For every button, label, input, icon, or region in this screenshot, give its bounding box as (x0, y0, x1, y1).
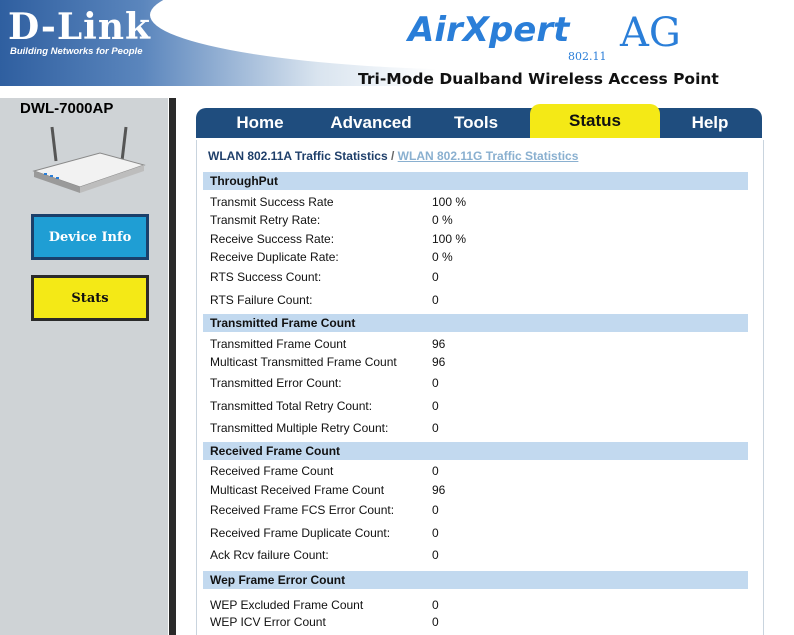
row-value: 0 (432, 376, 439, 390)
row-value: 0 (432, 293, 439, 307)
product-tagline: Tri-Mode Dualband Wireless Access Point (358, 70, 719, 88)
logo-tagline: Building Networks for People (10, 46, 143, 57)
tab-home[interactable]: Home (214, 108, 306, 138)
row-value: 0 (432, 548, 439, 562)
row-value: 96 (432, 355, 446, 369)
section-received-frame-count: Received Frame Count (203, 442, 748, 460)
row-value: 0 (432, 503, 439, 517)
row-label: Transmit Success Rate (210, 195, 334, 209)
dlink-logo: D-Link (8, 6, 151, 48)
row-value: 96 (432, 483, 446, 497)
row-value: 0 (432, 270, 439, 284)
router-image (32, 126, 146, 193)
tab-help[interactable]: Help (670, 108, 750, 138)
sidebar-divider (169, 98, 176, 635)
row-value: 0 (432, 421, 439, 435)
row-value: 0 (432, 598, 439, 612)
row-label: Transmitted Frame Count (210, 337, 347, 351)
section-transmitted-frame-count: Transmitted Frame Count (203, 314, 748, 332)
row-label: RTS Success Count: (210, 270, 322, 284)
section-wep-frame-error-count: Wep Frame Error Count (203, 571, 748, 589)
row-label: Transmit Retry Rate: (210, 213, 321, 227)
section-throughput: ThroughPut (203, 172, 748, 190)
row-value: 100 % (432, 232, 467, 246)
row-label: WEP Excluded Frame Count (210, 598, 364, 612)
airxpert-brand: AirXpert (408, 10, 570, 50)
stats-button[interactable]: Stats (31, 275, 149, 321)
breadcrumb-link-80211g[interactable]: WLAN 802.11G Traffic Statistics (398, 149, 579, 163)
row-label: Receive Success Rate: (210, 232, 335, 246)
row-value: 0 (432, 615, 439, 629)
row-label: RTS Failure Count: (210, 293, 313, 307)
tab-status[interactable]: Status (530, 104, 660, 138)
row-value: 0 (432, 399, 439, 413)
row-label: Transmitted Error Count: (210, 376, 342, 390)
row-value: 0 (432, 464, 439, 478)
tab-advanced[interactable]: Advanced (316, 108, 426, 138)
row-label: Received Frame Count (210, 464, 334, 478)
brand-suffix: AG (620, 10, 681, 56)
row-value: 0 (432, 526, 439, 540)
row-label: Multicast Transmitted Frame Count (210, 355, 397, 369)
row-value: 0 % (432, 250, 453, 264)
row-label: Transmitted Total Retry Count: (210, 399, 373, 413)
breadcrumb-current: WLAN 802.11A Traffic Statistics (208, 149, 388, 163)
row-label: Ack Rcv failure Count: (210, 548, 329, 562)
model-name: DWL-7000AP (20, 100, 114, 117)
breadcrumb-separator: / (390, 149, 395, 163)
row-value: 96 (432, 337, 446, 351)
row-label: Receive Duplicate Rate: (210, 250, 339, 264)
row-label: Transmitted Multiple Retry Count: (210, 421, 389, 435)
device-info-button[interactable]: Device Info (31, 214, 149, 260)
breadcrumb: WLAN 802.11A Traffic Statistics / WLAN 8… (208, 149, 578, 163)
row-label: Received Frame Duplicate Count: (210, 526, 391, 540)
row-label: Multicast Received Frame Count (210, 483, 385, 497)
row-value: 100 % (432, 195, 467, 209)
row-label: Received Frame FCS Error Count: (210, 503, 395, 517)
row-label: WEP ICV Error Count (210, 615, 326, 629)
tab-tools[interactable]: Tools (436, 108, 516, 138)
row-value: 0 % (432, 213, 453, 227)
brand-standard: 802.11 (568, 50, 607, 63)
